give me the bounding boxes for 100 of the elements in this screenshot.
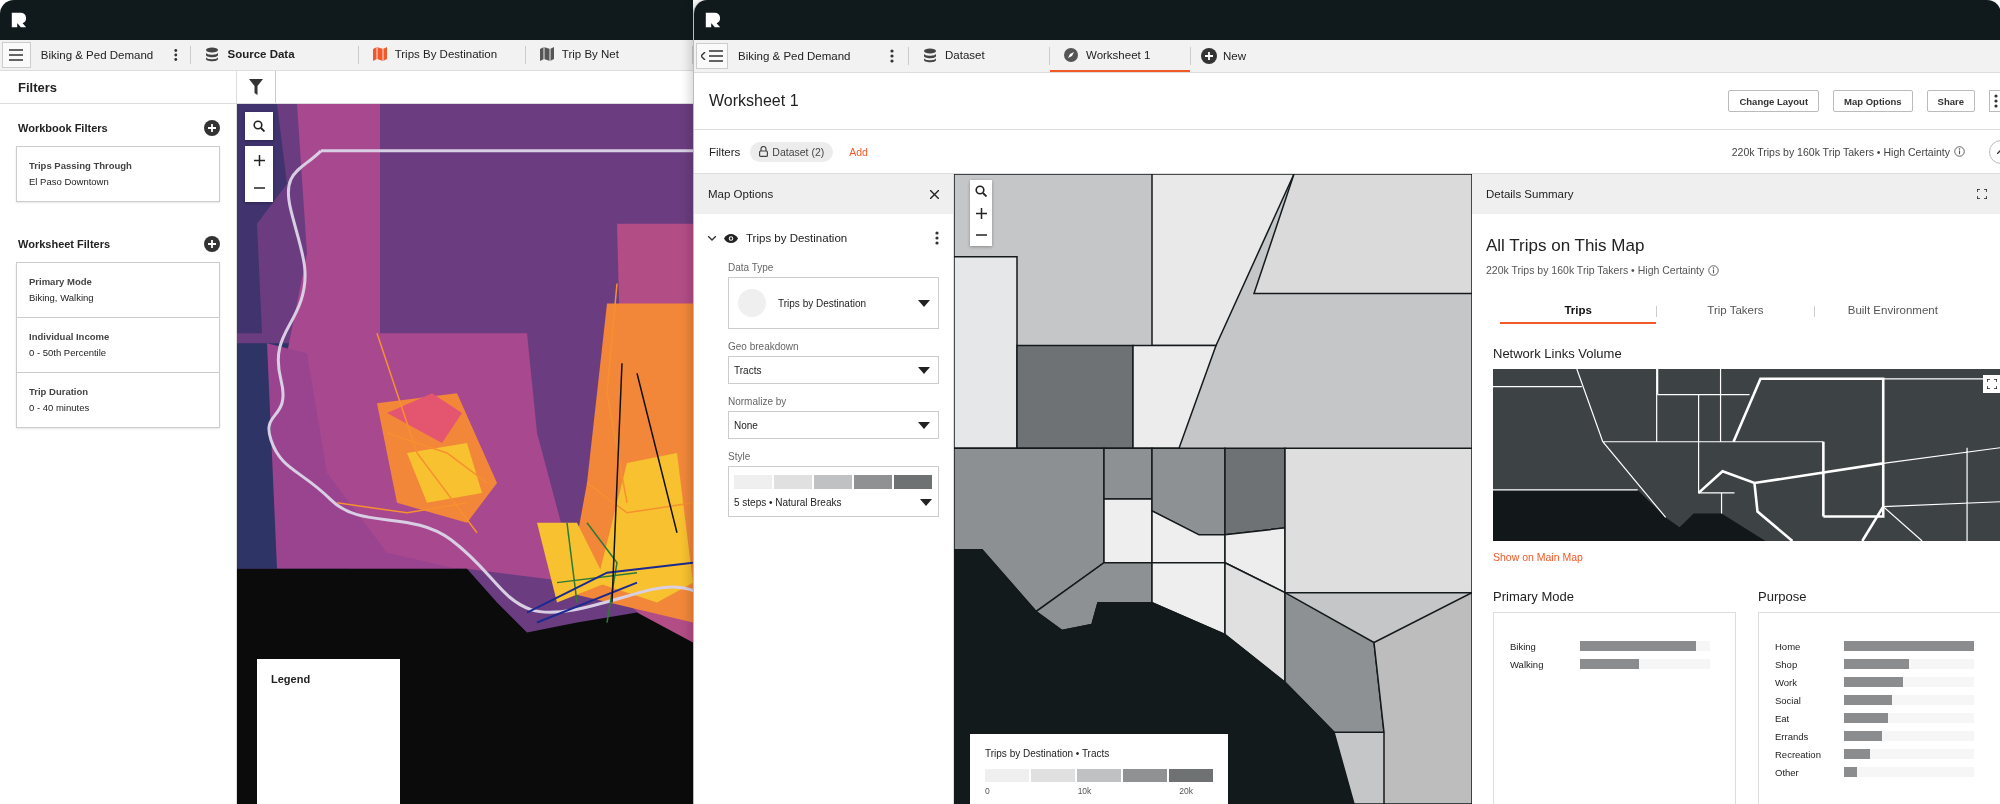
caret-icon xyxy=(920,499,932,506)
menu-icon xyxy=(709,50,723,62)
add-filter-icon[interactable] xyxy=(204,120,220,136)
select-field[interactable]: None xyxy=(728,411,939,439)
section-title: Worksheet Filters xyxy=(18,238,111,250)
trip-summary: 220k Trips by 160k Trip Takers • High Certainty xyxy=(1486,264,1705,276)
bar-label: Walking xyxy=(1510,658,1545,670)
filter-card[interactable]: Primary Mode Biking, Walking xyxy=(17,263,219,317)
add-filter-icon[interactable] xyxy=(204,236,220,252)
data-type-select[interactable]: Trips by Destination xyxy=(728,277,939,329)
details-heading: All Trips on This Map xyxy=(1486,236,1646,256)
bar-label: Errands xyxy=(1775,730,1810,742)
more-icon[interactable] xyxy=(935,231,939,245)
caret-icon xyxy=(918,366,930,374)
select-field[interactable]: Tracts xyxy=(728,356,939,384)
legend-title: Trips by Destination • Tracts xyxy=(985,748,1111,759)
logo-icon xyxy=(10,11,28,29)
show-on-map-link[interactable]: Show on Main Map xyxy=(1493,551,1583,563)
layer-name: Trips by Destination xyxy=(746,232,849,244)
plus-icon[interactable] xyxy=(1201,48,1217,64)
caret-icon xyxy=(918,421,930,429)
add-filter-link[interactable]: Add xyxy=(849,145,868,158)
search-button[interactable] xyxy=(970,180,992,202)
map-icon xyxy=(372,47,387,61)
bar-label: Shop xyxy=(1775,658,1799,670)
expand-icon[interactable] xyxy=(1977,189,1987,199)
plus-icon xyxy=(253,154,265,166)
tab[interactable]: Dataset xyxy=(909,40,1049,72)
zoom-out-button[interactable] xyxy=(970,224,992,246)
plus-icon xyxy=(975,207,987,219)
legend-tick: 20k xyxy=(1179,786,1193,796)
info-icon[interactable] xyxy=(1954,146,1965,157)
header-button[interactable]: Change Layout xyxy=(1728,90,1820,112)
tab[interactable]: Trips By Destination xyxy=(358,40,525,70)
filter-card[interactable]: Trips Passing Through El Paso Downtown xyxy=(17,147,219,201)
search-icon xyxy=(975,185,987,197)
map-icon xyxy=(539,47,554,61)
workbook-title: Biking & Ped Demand xyxy=(40,49,155,61)
new-tab-button[interactable]: New xyxy=(1191,48,1256,64)
chart-title: Purpose xyxy=(1758,589,1808,604)
info-icon[interactable] xyxy=(1708,264,1720,276)
dataset-filter-chip[interactable]: Dataset (2) xyxy=(750,141,834,162)
legend-title: Legend xyxy=(271,673,311,685)
menu-button[interactable] xyxy=(2,42,31,68)
bar-label: Other xyxy=(1775,766,1800,778)
chevron-down-icon[interactable] xyxy=(708,235,716,241)
header-button[interactable]: Share xyxy=(1926,90,1975,112)
menu-button[interactable] xyxy=(696,43,728,69)
trip-summary: 220k Trips by 160k Trip Takers • High Certainty xyxy=(1731,145,1950,158)
bar-label: Social xyxy=(1775,694,1802,706)
zoom-in-button[interactable] xyxy=(245,146,273,174)
compass-icon xyxy=(1064,48,1078,62)
tab[interactable]: Trip By Net xyxy=(525,40,692,70)
filter-icon xyxy=(249,79,263,95)
more-icon[interactable] xyxy=(1993,94,1998,108)
chart-title: Primary Mode xyxy=(1493,589,1575,604)
panel-title: Details Summary xyxy=(1486,188,1574,200)
eye-icon[interactable] xyxy=(724,233,738,243)
worksheet-title: Worksheet 1 xyxy=(709,92,800,110)
lock-icon xyxy=(759,146,769,157)
filter-card[interactable]: Trip Duration 0 - 40 minutes xyxy=(17,372,219,427)
bar-label: Biking xyxy=(1510,640,1537,652)
back-icon xyxy=(701,52,706,60)
caret-icon xyxy=(918,299,930,307)
panel-title: Map Options xyxy=(708,188,774,200)
bar-label: Work xyxy=(1775,676,1798,688)
database-icon xyxy=(205,46,220,62)
panel-title: Filters xyxy=(18,79,57,95)
close-icon[interactable] xyxy=(930,189,939,199)
search-button[interactable] xyxy=(245,112,273,140)
minus-icon xyxy=(253,187,265,189)
more-icon[interactable] xyxy=(890,49,894,63)
filters-label: Filters xyxy=(709,145,741,158)
search-icon xyxy=(253,120,265,132)
bar-label: Recreation xyxy=(1775,748,1822,760)
more-icon[interactable] xyxy=(174,48,178,62)
bar-label: Eat xyxy=(1775,712,1791,724)
more-button[interactable] xyxy=(1989,90,2000,112)
tab[interactable]: Built Environment xyxy=(1814,298,1971,324)
tab[interactable]: Trip Takers xyxy=(1657,298,1814,324)
section-title: Network Links Volume xyxy=(1493,346,1623,361)
section-title: Workbook Filters xyxy=(18,122,108,134)
workbook-title: Biking & Ped Demand xyxy=(738,50,852,62)
legend-tick: 10k xyxy=(1077,786,1092,796)
logo-icon xyxy=(704,11,722,29)
tab[interactable]: Worksheet 1 xyxy=(1050,40,1190,72)
database-icon xyxy=(923,47,937,63)
expand-icon[interactable] xyxy=(1987,379,1997,389)
style-select[interactable]: 5 steps • Natural Breaks xyxy=(728,466,939,517)
filter-card[interactable]: Individual Income 0 - 50th Percentile xyxy=(17,317,219,372)
tab[interactable]: Source Data xyxy=(191,40,358,70)
expand-button[interactable] xyxy=(1983,375,2000,393)
tab[interactable]: Trips xyxy=(1500,298,1657,324)
field-label: Data Type xyxy=(728,262,775,273)
menu-icon xyxy=(9,49,24,61)
field-label: Geo breakdown xyxy=(728,341,800,352)
header-button[interactable]: Map Options xyxy=(1833,90,1913,112)
legend-tick: 0 xyxy=(985,786,990,796)
zoom-out-button[interactable] xyxy=(245,174,273,202)
field-label: Normalize by xyxy=(728,396,788,407)
